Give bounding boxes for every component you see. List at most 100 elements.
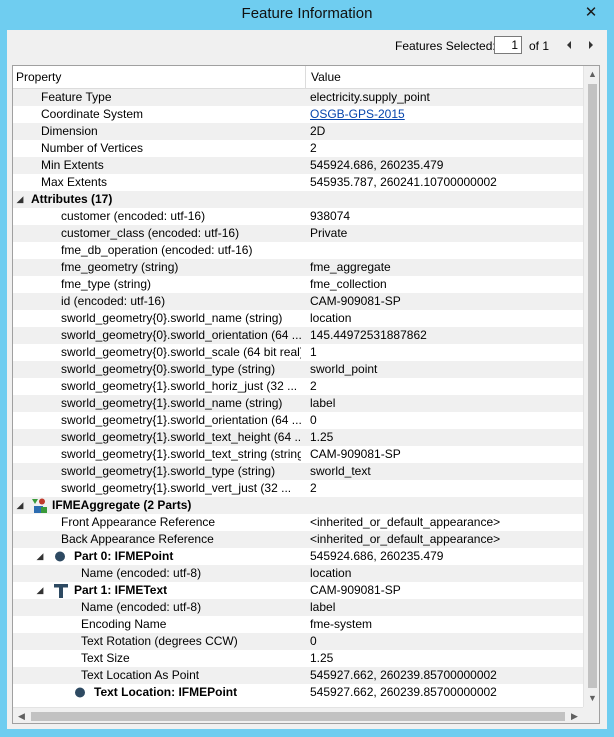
property-cell: sworld_geometry{0}.sworld_type (string) bbox=[61, 362, 276, 376]
property-cell: Number of Vertices bbox=[41, 141, 144, 155]
value-cell: Private bbox=[310, 226, 348, 240]
table-row[interactable]: Back Appearance Reference <inherited_or_d… bbox=[13, 531, 583, 548]
value-cell: sworld_text bbox=[310, 464, 371, 478]
property-cell: Coordinate System bbox=[41, 107, 144, 121]
value-cell: 1.25 bbox=[310, 651, 334, 665]
table-row[interactable]: sworld_geometry{1}.sworld_text_string (s… bbox=[13, 446, 583, 463]
scrollbar-corner bbox=[583, 707, 599, 723]
table-row[interactable]: Text Rotation (degrees CCW) 0 bbox=[13, 633, 583, 650]
value-cell: label bbox=[310, 600, 336, 614]
table-row[interactable]: Text Location: IFMEPoint 545927.662, 2602… bbox=[13, 684, 583, 701]
table-row[interactable]: id (encoded: utf-16) CAM-909081-SP bbox=[13, 293, 583, 310]
table-row[interactable]: Front Appearance Reference <inherited_or_… bbox=[13, 514, 583, 531]
horizontal-scroll-thumb[interactable] bbox=[31, 712, 565, 721]
table-row[interactable]: sworld_geometry{1}.sworld_vert_just (32 … bbox=[13, 480, 583, 497]
table-row[interactable]: sworld_geometry{0}.sworld_name (string) l… bbox=[13, 310, 583, 327]
table-row[interactable]: fme_type (string) fme_collection bbox=[13, 276, 583, 293]
chevron-left-icon bbox=[567, 41, 571, 49]
table-header: Property Value bbox=[13, 66, 583, 89]
value-cell: CAM-909081-SP bbox=[310, 294, 401, 308]
next-feature-button[interactable] bbox=[585, 37, 597, 53]
feature-count-label: of 1 bbox=[529, 39, 550, 53]
tree-group-row[interactable]: ◢ Part 0: IFMEPoint 545924.686, 260235.479 bbox=[13, 548, 583, 565]
value-cell: label bbox=[310, 396, 336, 410]
table-row[interactable]: Text Size 1.25 bbox=[13, 650, 583, 667]
value-cell: sworld_point bbox=[310, 362, 378, 376]
collapse-triangle-icon[interactable]: ◢ bbox=[35, 548, 45, 565]
column-header-value[interactable]: Value bbox=[311, 70, 341, 84]
property-cell: sworld_geometry{0}.sworld_orientation (6… bbox=[61, 328, 301, 342]
property-cell: sworld_geometry{1}.sworld_type (string) bbox=[61, 464, 276, 478]
value-cell: location bbox=[310, 311, 352, 325]
value-cell: 145.44972531887862 bbox=[310, 328, 427, 342]
property-cell: Text Location: IFMEPoint bbox=[94, 685, 238, 699]
scroll-down-icon[interactable]: ▼ bbox=[584, 690, 599, 707]
point-icon bbox=[73, 684, 87, 701]
table-row[interactable]: sworld_geometry{1}.sworld_orientation (6… bbox=[13, 412, 583, 429]
table-row[interactable]: Coordinate System OSGB-GPS-2015 bbox=[13, 106, 583, 123]
previous-feature-button[interactable] bbox=[563, 37, 575, 53]
table-row[interactable]: Encoding Name fme-system bbox=[13, 616, 583, 633]
property-cell: Dimension bbox=[41, 124, 98, 138]
property-cell: Min Extents bbox=[41, 158, 104, 172]
property-cell: Feature Type bbox=[41, 90, 112, 104]
property-cell: sworld_geometry{1}.sworld_horiz_just (32… bbox=[61, 379, 298, 393]
property-cell: Name (encoded: utf-8) bbox=[81, 566, 202, 580]
property-cell: sworld_geometry{0}.sworld_name (string) bbox=[61, 311, 283, 325]
table-row[interactable]: customer (encoded: utf-16) 938074 bbox=[13, 208, 583, 225]
title-bar: Feature Information ✕ bbox=[0, 0, 614, 30]
property-cell: Part 0: IFMEPoint bbox=[74, 549, 174, 563]
property-cell: Name (encoded: utf-8) bbox=[81, 600, 202, 614]
value-cell: fme_aggregate bbox=[310, 260, 391, 274]
table-row[interactable]: Text Location As Point 545927.662, 260239… bbox=[13, 667, 583, 684]
close-button[interactable]: ✕ bbox=[582, 4, 600, 22]
coordinate-system-link[interactable]: OSGB-GPS-2015 bbox=[310, 106, 580, 123]
property-cell: fme_db_operation (encoded: utf-16) bbox=[61, 243, 253, 257]
table-row[interactable]: Name (encoded: utf-8) location bbox=[13, 565, 583, 582]
text-icon bbox=[53, 582, 69, 599]
property-cell: sworld_geometry{1}.sworld_name (string) bbox=[61, 396, 283, 410]
table-body: Feature Type electricity.supply_point Coor… bbox=[13, 89, 583, 701]
table-row[interactable]: Name (encoded: utf-8) label bbox=[13, 599, 583, 616]
table-row[interactable]: sworld_geometry{1}.sworld_horiz_just (32… bbox=[13, 378, 583, 395]
collapse-triangle-icon[interactable]: ◢ bbox=[15, 497, 25, 514]
value-cell: 545927.662, 260239.85700000002 bbox=[310, 668, 497, 682]
collapse-triangle-icon[interactable]: ◢ bbox=[15, 191, 25, 208]
table-row[interactable]: fme_geometry (string) fme_aggregate bbox=[13, 259, 583, 276]
table-row[interactable]: Dimension 2D bbox=[13, 123, 583, 140]
vertical-scroll-thumb[interactable] bbox=[588, 84, 597, 688]
table-row[interactable]: Max Extents 545935.787, 260241.1070000000… bbox=[13, 174, 583, 191]
scroll-up-icon[interactable]: ▲ bbox=[584, 66, 599, 83]
column-header-property[interactable]: Property bbox=[16, 70, 61, 84]
feature-index-input[interactable] bbox=[494, 36, 522, 54]
scroll-right-icon[interactable]: ▶ bbox=[566, 708, 583, 723]
value-cell: 2 bbox=[310, 379, 317, 393]
table-row[interactable]: Min Extents 545924.686, 260235.479 bbox=[13, 157, 583, 174]
tree-group-row[interactable]: ◢ Attributes (17) bbox=[13, 191, 583, 208]
table-row[interactable]: sworld_geometry{0}.sworld_orientation (6… bbox=[13, 327, 583, 344]
table-row[interactable]: Number of Vertices 2 bbox=[13, 140, 583, 157]
scroll-left-icon[interactable]: ◀ bbox=[13, 708, 30, 723]
table-row[interactable]: sworld_geometry{1}.sworld_text_height (6… bbox=[13, 429, 583, 446]
table-row[interactable]: sworld_geometry{1}.sworld_type (string) s… bbox=[13, 463, 583, 480]
property-cell: customer (encoded: utf-16) bbox=[61, 209, 206, 223]
value-cell: CAM-909081-SP bbox=[310, 583, 401, 597]
value-cell: CAM-909081-SP bbox=[310, 447, 401, 461]
table-row[interactable]: sworld_geometry{0}.sworld_type (string) s… bbox=[13, 361, 583, 378]
vertical-scrollbar[interactable]: ▲ ▼ bbox=[583, 66, 599, 707]
table-row[interactable]: sworld_geometry{1}.sworld_name (string) l… bbox=[13, 395, 583, 412]
property-cell: fme_type (string) bbox=[61, 277, 152, 291]
feature-property-tree: Property Value Feature Type electricity.s… bbox=[12, 65, 600, 724]
table-row[interactable]: customer_class (encoded: utf-16) Private bbox=[13, 225, 583, 242]
value-cell: fme-system bbox=[310, 617, 373, 631]
table-row[interactable]: sworld_geometry{0}.sworld_scale (64 bit … bbox=[13, 344, 583, 361]
table-row[interactable]: Feature Type electricity.supply_point bbox=[13, 89, 583, 106]
property-cell: IFMEAggregate (2 Parts) bbox=[52, 498, 192, 512]
tree-group-row[interactable]: ◢ Part 1: IFMEText CAM-909081-SP bbox=[13, 582, 583, 599]
column-divider[interactable] bbox=[305, 66, 306, 88]
value-cell: fme_collection bbox=[310, 277, 387, 291]
table-row[interactable]: fme_db_operation (encoded: utf-16) bbox=[13, 242, 583, 259]
tree-group-row[interactable]: ◢ IFMEAggregate (2 Parts) bbox=[13, 497, 583, 514]
collapse-triangle-icon[interactable]: ◢ bbox=[35, 582, 45, 599]
horizontal-scrollbar[interactable]: ◀ ▶ bbox=[13, 707, 583, 723]
